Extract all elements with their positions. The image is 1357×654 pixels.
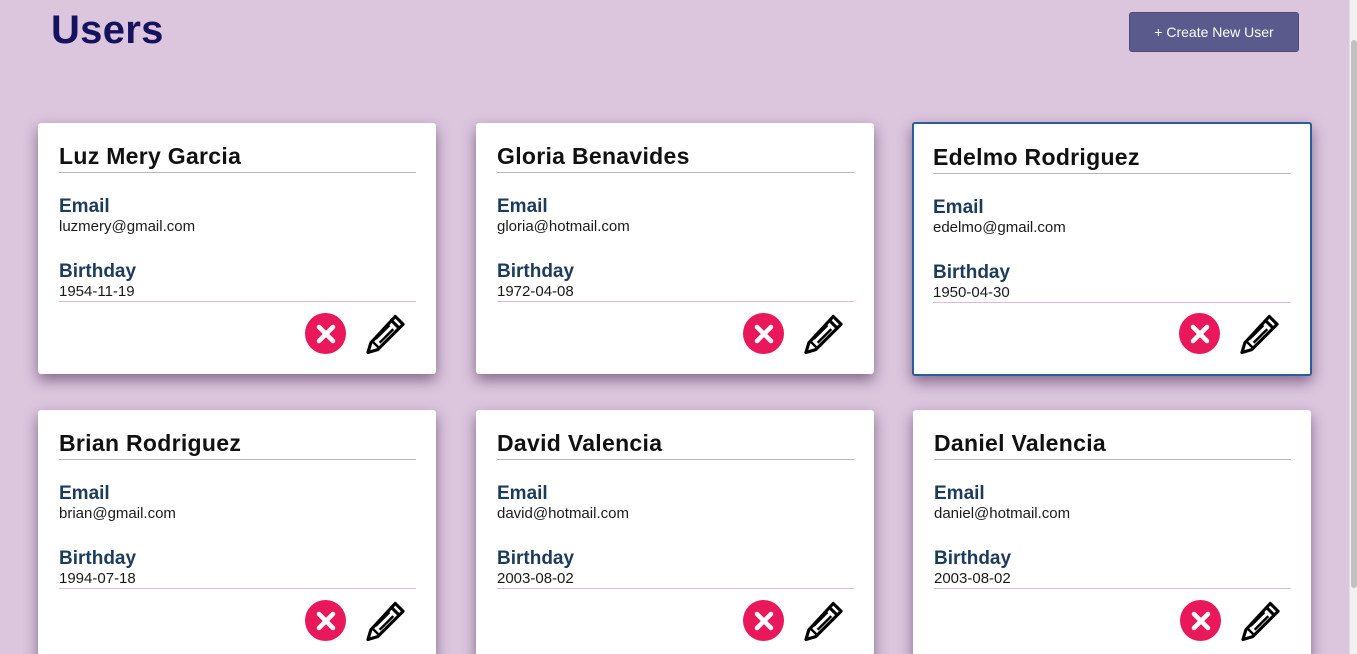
user-name: David Valencia (497, 430, 854, 460)
pencil-icon (1241, 601, 1280, 641)
user-name: Luz Mery Garcia (59, 143, 416, 173)
pencil-icon (366, 314, 405, 354)
pencil-icon (366, 601, 405, 641)
email-label: Email (59, 483, 110, 504)
card-actions (1180, 600, 1281, 641)
email-value: edelmo@gmail.com (933, 219, 1066, 236)
email-label: Email (59, 196, 110, 217)
user-card: Brian Rodriguez Email brian@gmail.com Bi… (38, 410, 436, 654)
user-name: Edelmo Rodriguez (933, 144, 1291, 174)
email-label: Email (933, 197, 984, 218)
pencil-icon (1240, 314, 1279, 354)
birthday-label: Birthday (933, 262, 1011, 283)
close-circle-icon (754, 324, 773, 343)
birthday-value: 1950-04-30 (933, 284, 1291, 303)
pencil-icon (804, 314, 843, 354)
delete-user-button[interactable] (305, 313, 346, 354)
card-actions (743, 313, 844, 354)
user-card: Daniel Valencia Email daniel@hotmail.com… (913, 410, 1311, 654)
birthday-value: 2003-08-02 (497, 570, 854, 589)
users-page: Users + Create New User Luz Mery Garcia … (0, 0, 1357, 654)
delete-user-button[interactable] (305, 600, 346, 641)
user-card: Gloria Benavides Email gloria@hotmail.co… (476, 123, 874, 374)
pencil-icon (804, 601, 843, 641)
birthday-label: Birthday (497, 548, 575, 569)
birthday-value: 1994-07-18 (59, 570, 416, 589)
delete-user-button[interactable] (743, 313, 784, 354)
email-value: luzmery@gmail.com (59, 218, 196, 235)
birthday-label: Birthday (59, 261, 137, 282)
email-value: daniel@hotmail.com (934, 505, 1071, 522)
edit-user-button[interactable] (803, 313, 844, 354)
user-card: Edelmo Rodriguez Email edelmo@gmail.com … (912, 122, 1312, 376)
user-name: Daniel Valencia (934, 430, 1291, 460)
edit-user-button[interactable] (1239, 313, 1280, 354)
user-name: Brian Rodriguez (59, 430, 416, 460)
close-circle-icon (1191, 611, 1210, 630)
card-actions (743, 600, 844, 641)
user-card: Luz Mery Garcia Email luzmery@gmail.com … (38, 123, 436, 374)
edit-user-button[interactable] (1240, 600, 1281, 641)
birthday-value: 2003-08-02 (934, 570, 1291, 589)
email-value: gloria@hotmail.com (497, 218, 630, 235)
delete-user-button[interactable] (743, 600, 784, 641)
close-circle-icon (316, 324, 335, 343)
birthday-value: 1972-04-08 (497, 283, 854, 302)
close-circle-icon (754, 611, 773, 630)
email-label: Email (934, 483, 985, 504)
delete-user-button[interactable] (1179, 313, 1220, 354)
card-actions (305, 313, 406, 354)
email-label: Email (497, 196, 548, 217)
edit-user-button[interactable] (803, 600, 844, 641)
email-value: david@hotmail.com (497, 505, 629, 522)
close-circle-icon (1190, 324, 1209, 343)
user-card: David Valencia Email david@hotmail.com B… (476, 410, 874, 654)
scrollbar-thumb[interactable] (1351, 40, 1357, 588)
user-name: Gloria Benavides (497, 143, 854, 173)
birthday-label: Birthday (934, 548, 1012, 569)
edit-user-button[interactable] (365, 600, 406, 641)
birthday-label: Birthday (497, 261, 575, 282)
delete-user-button[interactable] (1180, 600, 1221, 641)
email-label: Email (497, 483, 548, 504)
email-value: brian@gmail.com (59, 505, 176, 522)
card-actions (305, 600, 406, 641)
edit-user-button[interactable] (365, 313, 406, 354)
birthday-value: 1954-11-19 (59, 283, 416, 302)
page-title: Users (51, 8, 164, 52)
vertical-scrollbar[interactable] (1349, 0, 1357, 654)
close-circle-icon (316, 611, 335, 630)
card-actions (1179, 313, 1280, 354)
birthday-label: Birthday (59, 548, 137, 569)
create-user-button[interactable]: + Create New User (1129, 12, 1299, 52)
